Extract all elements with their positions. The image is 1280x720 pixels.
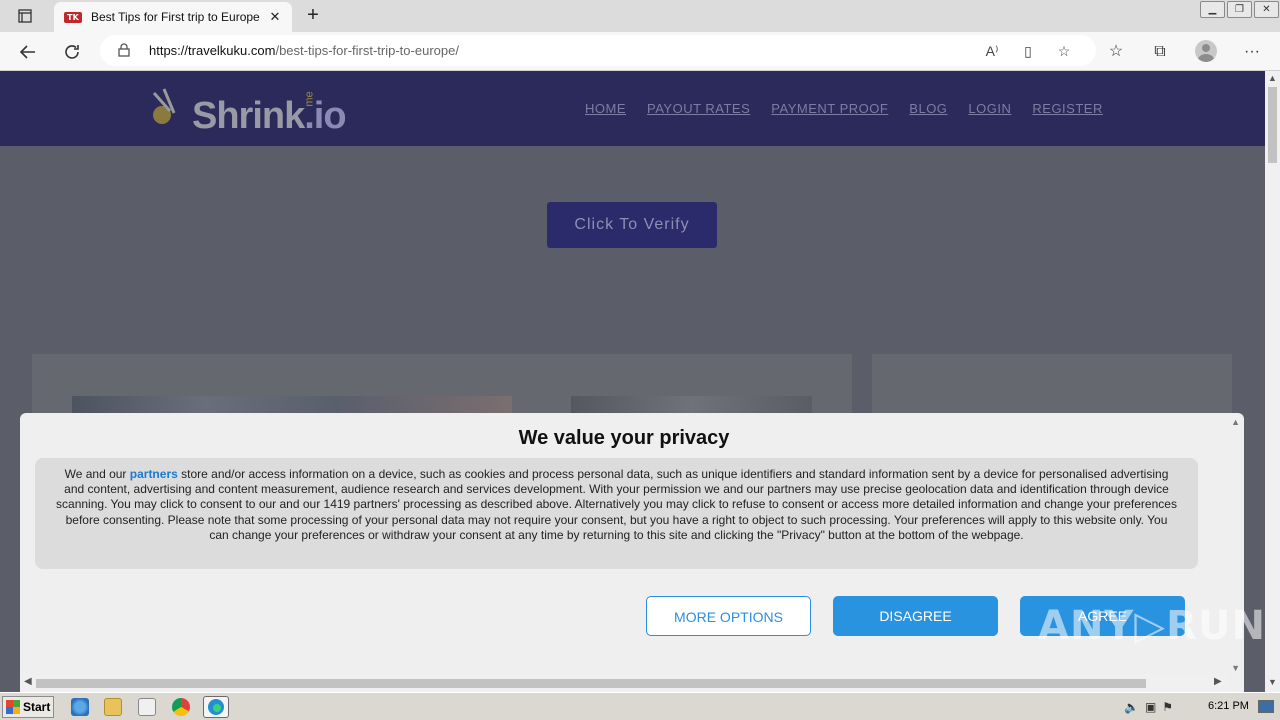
menu-payout-rates[interactable]: PAYOUT RATES <box>647 101 750 116</box>
address-bar[interactable]: https://travelkuku.com/best-tips-for-fir… <box>100 35 1096 66</box>
system-tray: 🔈 ▣ ⚑ <box>1124 697 1276 717</box>
minimize-button[interactable]: ▁ <box>1200 1 1225 18</box>
close-window-button[interactable]: ✕ <box>1254 1 1279 18</box>
read-aloud-icon[interactable]: A⁾ <box>982 41 1002 61</box>
dialog-scroll-up-icon[interactable]: ▲ <box>1231 417 1240 427</box>
scroll-left-icon[interactable]: ◀ <box>24 676 32 687</box>
more-options-button[interactable]: MORE OPTIONS <box>646 596 811 636</box>
site-header: Shrink.io me HOME PAYOUT RATES PAYMENT P… <box>0 71 1265 146</box>
url-text[interactable]: https://travelkuku.com/best-tips-for-fir… <box>149 43 459 58</box>
volume-icon[interactable]: 🔈 <box>1124 700 1139 714</box>
site-menu: HOME PAYOUT RATES PAYMENT PROOF BLOG LOG… <box>585 101 1103 116</box>
menu-login[interactable]: LOGIN <box>968 101 1011 116</box>
windows-logo-icon <box>6 700 20 714</box>
new-tab-button[interactable]: + <box>302 5 324 27</box>
more-options-icon[interactable]: ··· <box>1239 39 1265 65</box>
tab-title: Best Tips for First trip to Europe <box>91 10 260 24</box>
profile-avatar[interactable] <box>1195 40 1217 62</box>
navigation-bar: https://travelkuku.com/best-tips-for-fir… <box>0 32 1280 71</box>
page-viewport: Shrink.io me HOME PAYOUT RATES PAYMENT P… <box>0 71 1265 692</box>
back-arrow-icon[interactable] <box>15 39 41 65</box>
add-favorite-icon[interactable]: ☆ <box>1054 41 1074 61</box>
page-scroll-down-icon[interactable]: ▼ <box>1268 677 1277 687</box>
chrome-icon[interactable] <box>172 698 190 716</box>
restore-button[interactable]: ❐ <box>1227 1 1252 18</box>
consent-text: We and our partners store and/or access … <box>35 458 1198 569</box>
site-favicon-icon: TK <box>64 11 82 23</box>
tab-strip: TK Best Tips for First trip to Europe ✕ … <box>0 0 1280 32</box>
collections-icon[interactable]: ⧉ <box>1147 39 1173 65</box>
window-controls: ▁ ❐ ✕ <box>1199 0 1280 20</box>
refresh-icon[interactable] <box>59 39 85 65</box>
file-explorer-icon[interactable] <box>104 698 122 716</box>
page-scroll-up-icon[interactable]: ▲ <box>1268 73 1277 83</box>
site-logo[interactable]: Shrink.io me <box>150 81 380 139</box>
horizontal-scroll-thumb[interactable] <box>36 679 1146 688</box>
logo-me: me <box>303 91 316 107</box>
consent-title: We value your privacy <box>518 427 730 449</box>
tab-active[interactable]: TK Best Tips for First trip to Europe ✕ <box>54 2 292 32</box>
favorites-icon[interactable]: ☆ <box>1103 39 1129 65</box>
action-center-flag-icon[interactable]: ⚑ <box>1162 700 1173 714</box>
edge-icon <box>208 699 224 715</box>
network-icon[interactable]: ▣ <box>1145 700 1156 714</box>
partners-link[interactable]: partners <box>130 467 178 481</box>
dialog-scroll-down-icon[interactable]: ▼ <box>1231 663 1240 673</box>
show-desktop-icon[interactable] <box>1258 700 1274 713</box>
dialog-horizontal-scrollbar[interactable]: ◀ ▶ <box>20 675 1228 692</box>
browser-window: TK Best Tips for First trip to Europe ✕ … <box>0 0 1280 692</box>
disagree-button[interactable]: DISAGREE <box>833 596 998 636</box>
tab-close-icon[interactable]: ✕ <box>268 9 282 25</box>
lock-icon <box>118 43 130 57</box>
page-scroll-thumb[interactable] <box>1268 87 1277 163</box>
menu-register[interactable]: REGISTER <box>1032 101 1102 116</box>
media-player-icon[interactable] <box>138 698 156 716</box>
start-button[interactable]: Start <box>2 696 54 718</box>
url-domain: https://travelkuku.com <box>149 43 276 58</box>
click-to-verify-button[interactable]: Click To Verify <box>547 202 717 248</box>
internet-explorer-icon[interactable] <box>71 698 89 716</box>
privacy-consent-dialog: ▲ We value your privacy We and our partn… <box>20 413 1244 692</box>
logo-text: Shrink.io <box>192 95 347 137</box>
anyrun-watermark: ANY▷RUN <box>1038 603 1266 649</box>
immersive-reader-icon[interactable]: ▯ <box>1018 41 1038 61</box>
menu-payment-proof[interactable]: PAYMENT PROOF <box>771 101 888 116</box>
tab-actions-icon[interactable] <box>8 4 42 28</box>
menu-blog[interactable]: BLOG <box>909 101 947 116</box>
windows-taskbar: Start 🔈 ▣ ⚑ 6:21 PM <box>0 692 1280 720</box>
menu-home[interactable]: HOME <box>585 101 626 116</box>
scroll-right-icon[interactable]: ▶ <box>1214 676 1222 687</box>
page-vertical-scrollbar[interactable]: ▲ ▼ <box>1265 71 1280 692</box>
scissors-logo-icon <box>152 88 176 124</box>
taskbar-clock[interactable]: 6:21 PM <box>1208 700 1249 712</box>
url-path: /best-tips-for-first-trip-to-europe/ <box>275 43 459 58</box>
edge-taskbar-button[interactable] <box>203 696 229 718</box>
